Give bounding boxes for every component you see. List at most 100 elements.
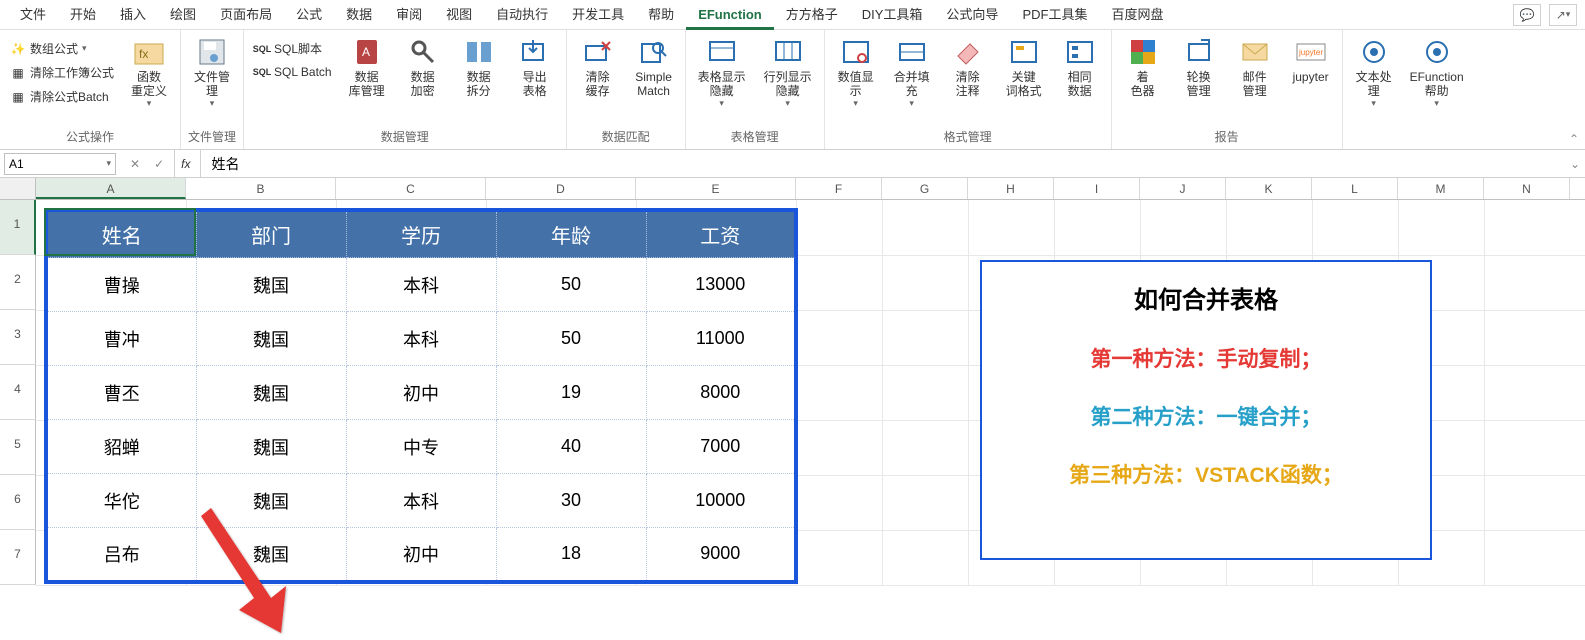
fx-label[interactable]: fx (175, 150, 201, 177)
col-header-J[interactable]: J (1140, 178, 1226, 199)
sql-batch-button[interactable]: SQLSQL Batch (250, 62, 336, 82)
comments-button[interactable]: 💬 (1513, 4, 1541, 26)
cell[interactable]: 50 (496, 258, 646, 312)
th-salary[interactable]: 工资 (646, 210, 796, 258)
colorizer-button[interactable]: 着色器 (1118, 34, 1168, 100)
menu-view[interactable]: 视图 (434, 0, 484, 30)
cell[interactable]: 18 (496, 528, 646, 582)
cell[interactable]: 初中 (346, 366, 496, 420)
cell[interactable]: 魏国 (196, 258, 346, 312)
data-split-button[interactable]: 数据拆分 (454, 34, 504, 100)
col-header-I[interactable]: I (1054, 178, 1140, 199)
formula-expand-icon[interactable]: ⌄ (1565, 157, 1585, 171)
num-format-button[interactable]: 数值显示▾ (831, 34, 881, 111)
cell[interactable]: 本科 (346, 258, 496, 312)
col-header-E[interactable]: E (636, 178, 796, 199)
menu-home[interactable]: 开始 (58, 0, 108, 30)
menu-file[interactable]: 文件 (8, 0, 58, 30)
data-encrypt-button[interactable]: 数据加密 (398, 34, 448, 100)
export-table-button[interactable]: 导出表格 (510, 34, 560, 100)
cell[interactable]: 9000 (646, 528, 796, 582)
share-button[interactable]: ↗ ▾ (1549, 4, 1577, 26)
cell[interactable]: 魏国 (196, 366, 346, 420)
col-header-G[interactable]: G (882, 178, 968, 199)
menu-diy[interactable]: DIY工具箱 (850, 0, 935, 30)
row-header-4[interactable]: 4 (0, 365, 36, 420)
th-edu[interactable]: 学历 (346, 210, 496, 258)
text-process-button[interactable]: 文本处理▾ (1349, 34, 1399, 111)
rowcol-show-hide-button[interactable]: 行列显示隐藏▾ (758, 34, 818, 111)
menu-review[interactable]: 审阅 (384, 0, 434, 30)
clear-formula-batch-button[interactable]: ▦清除公式Batch (6, 86, 118, 107)
cell[interactable]: 华佗 (46, 474, 196, 528)
menu-formulaguide[interactable]: 公式向导 (934, 0, 1010, 30)
col-header-F[interactable]: F (796, 178, 882, 199)
cell[interactable]: 50 (496, 312, 646, 366)
ribbon-collapse-icon[interactable]: ⌃ (1569, 132, 1579, 146)
confirm-formula-icon[interactable]: ✓ (150, 157, 168, 171)
th-name[interactable]: 姓名 (46, 210, 196, 258)
rotate-manage-button[interactable]: 轮换管理 (1174, 34, 1224, 100)
cell[interactable]: 7000 (646, 420, 796, 474)
row-header-2[interactable]: 2 (0, 255, 36, 310)
clear-cache-button[interactable]: 清除缓存 (573, 34, 623, 100)
menu-data[interactable]: 数据 (334, 0, 384, 30)
chevron-down-icon[interactable]: ▾ (106, 158, 111, 169)
cell[interactable]: 魏国 (196, 420, 346, 474)
merge-fill-button[interactable]: 合并填充▾ (887, 34, 937, 111)
th-dept[interactable]: 部门 (196, 210, 346, 258)
cell[interactable]: 40 (496, 420, 646, 474)
col-header-A[interactable]: A (36, 178, 186, 199)
menu-baidu[interactable]: 百度网盘 (1099, 0, 1175, 30)
efunction-help-button[interactable]: EFunction帮助▾ (1405, 34, 1469, 111)
cell[interactable]: 13000 (646, 258, 796, 312)
grid-body[interactable]: 姓名 部门 学历 年龄 工资 曹操魏国本科5013000 曹冲魏国本科50110… (36, 200, 1585, 585)
cell[interactable]: 本科 (346, 474, 496, 528)
col-header-D[interactable]: D (486, 178, 636, 199)
cancel-formula-icon[interactable]: ✕ (126, 157, 144, 171)
cell[interactable]: 11000 (646, 312, 796, 366)
cell[interactable]: 初中 (346, 528, 496, 582)
cell[interactable]: 魏国 (196, 312, 346, 366)
keyword-format-button[interactable]: 关键词格式 (999, 34, 1049, 100)
row-header-3[interactable]: 3 (0, 310, 36, 365)
fn-redefine-button[interactable]: fx 函数重定义▾ (124, 34, 174, 111)
formula-input[interactable]: 姓名 (201, 154, 1565, 174)
col-header-M[interactable]: M (1398, 178, 1484, 199)
cell[interactable]: 曹操 (46, 258, 196, 312)
col-header-K[interactable]: K (1226, 178, 1312, 199)
menu-devtools[interactable]: 开发工具 (560, 0, 636, 30)
menu-pdftools[interactable]: PDF工具集 (1010, 0, 1099, 30)
col-header-B[interactable]: B (186, 178, 336, 199)
cell[interactable]: 30 (496, 474, 646, 528)
cell[interactable]: 曹冲 (46, 312, 196, 366)
same-data-button[interactable]: 相同数据 (1055, 34, 1105, 100)
cell[interactable]: 吕布 (46, 528, 196, 582)
cell[interactable]: 19 (496, 366, 646, 420)
menu-efunction[interactable]: EFunction (686, 0, 774, 30)
th-age[interactable]: 年龄 (496, 210, 646, 258)
cell[interactable]: 中专 (346, 420, 496, 474)
col-header-L[interactable]: L (1312, 178, 1398, 199)
col-header-N[interactable]: N (1484, 178, 1570, 199)
menu-fangfang[interactable]: 方方格子 (774, 0, 850, 30)
sql-script-button[interactable]: SQLSQL脚本 (250, 38, 336, 59)
array-formula-button[interactable]: ✨数组公式 ▾ (6, 38, 118, 59)
clear-comment-button[interactable]: 清除注释 (943, 34, 993, 100)
row-header-1[interactable]: 1 (0, 200, 36, 255)
menu-formula[interactable]: 公式 (284, 0, 334, 30)
col-header-H[interactable]: H (968, 178, 1054, 199)
db-manage-button[interactable]: A数据库管理 (342, 34, 392, 100)
cell[interactable]: 魏国 (196, 528, 346, 582)
select-all-corner[interactable] (0, 178, 36, 199)
col-header-C[interactable]: C (336, 178, 486, 199)
jupyter-button[interactable]: jupyterjupyter (1286, 34, 1336, 86)
cell[interactable]: 魏国 (196, 474, 346, 528)
row-header-6[interactable]: 6 (0, 475, 36, 530)
clear-workbook-formula-button[interactable]: ▦清除工作簿公式 (6, 62, 118, 83)
simple-match-button[interactable]: SimpleMatch (629, 34, 679, 100)
menu-pagelayout[interactable]: 页面布局 (208, 0, 284, 30)
cell[interactable]: 10000 (646, 474, 796, 528)
menu-help[interactable]: 帮助 (636, 0, 686, 30)
mail-manage-button[interactable]: 邮件管理 (1230, 34, 1280, 100)
